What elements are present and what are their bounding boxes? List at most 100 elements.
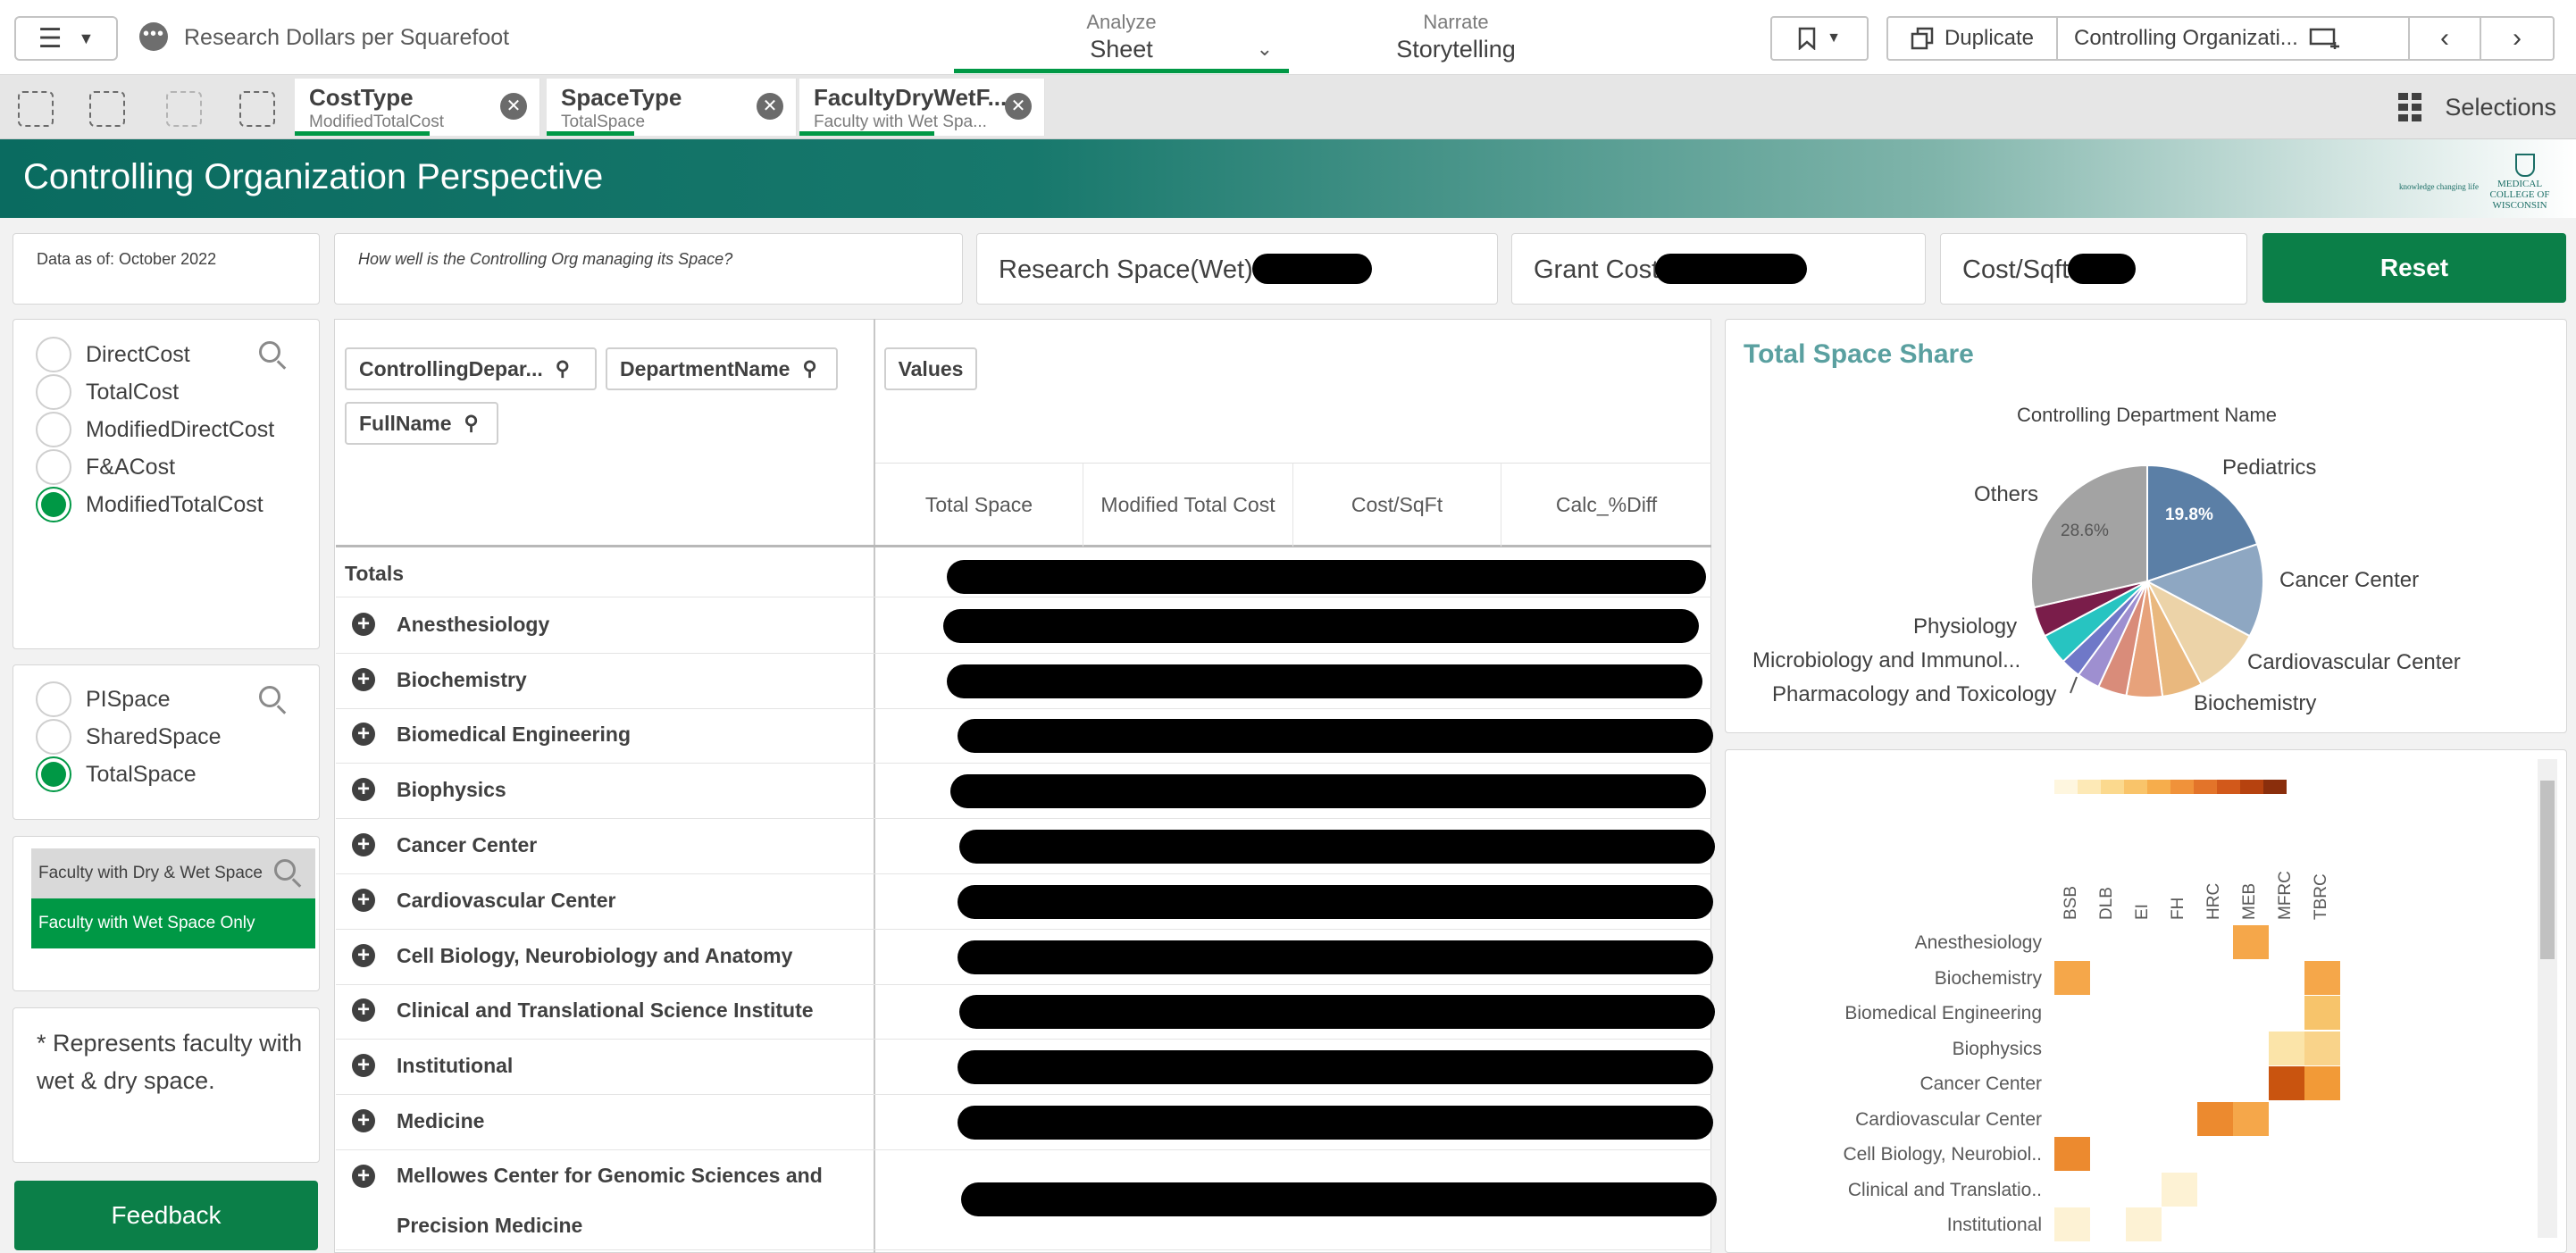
heatmap-cell[interactable] — [2304, 960, 2340, 995]
table-row[interactable]: + Anesthesiology — [336, 598, 1711, 654]
values-label: Values — [898, 356, 964, 380]
table-row[interactable]: + Cardiovascular Center — [336, 874, 1713, 930]
navigation-menu-button[interactable]: ☰ ▼ — [14, 16, 118, 61]
radio-button[interactable] — [36, 756, 71, 792]
radio-option[interactable]: TotalSpace — [36, 756, 197, 792]
column-header-modified-total-cost[interactable]: Modified Total Cost — [1083, 463, 1293, 547]
close-icon[interactable]: ✕ — [500, 93, 527, 120]
search-icon[interactable] — [274, 859, 296, 881]
expand-icon[interactable]: + — [352, 889, 375, 912]
search-icon[interactable] — [259, 341, 280, 363]
radio-option[interactable]: SharedSpace — [36, 719, 222, 755]
table-row[interactable]: + Biophysics — [336, 764, 1711, 819]
radio-button[interactable] — [36, 681, 71, 717]
heatmap-cell[interactable] — [2054, 960, 2090, 995]
expand-icon[interactable]: + — [352, 998, 375, 1022]
pie-pct-pediatrics: 19.8% — [2165, 505, 2213, 524]
expand-icon[interactable]: + — [352, 778, 375, 801]
close-icon[interactable]: ✕ — [1005, 93, 1032, 120]
next-sheet-button[interactable]: › — [2481, 18, 2553, 59]
selections-button[interactable]: Selections — [2398, 93, 2556, 121]
step-forward-icon[interactable] — [166, 91, 202, 127]
pie-label-pharmacology: Pharmacology and Toxicology — [1772, 682, 2057, 706]
radio-option[interactable]: ModifiedTotalCost — [36, 487, 263, 522]
radio-button[interactable] — [36, 487, 71, 522]
heatmap-cell[interactable] — [2269, 1066, 2304, 1100]
heatmap-cell[interactable] — [2233, 1101, 2269, 1136]
clear-all-icon[interactable] — [239, 91, 275, 127]
dimension-department-name[interactable]: DepartmentName ⚲ — [606, 347, 838, 390]
step-back-icon[interactable] — [89, 91, 125, 127]
previous-sheet-button[interactable]: ‹ — [2410, 18, 2481, 59]
radio-option[interactable]: DirectCost — [36, 337, 190, 372]
smart-search-icon[interactable] — [18, 91, 54, 127]
expand-icon[interactable]: + — [352, 944, 375, 967]
reset-button[interactable]: Reset — [2262, 233, 2566, 303]
table-row[interactable]: + Cell Biology, Neurobiology and Anatomy — [336, 930, 1713, 985]
radio-button[interactable] — [36, 337, 71, 372]
research-space-kpi[interactable]: Research Space(Wet) : — [976, 233, 1498, 305]
selection-chip-costtype[interactable]: CostType ModifiedTotalCost ✕ — [295, 79, 540, 136]
faculty-filter-selected[interactable]: Faculty with Wet Space Only — [31, 898, 315, 948]
radio-option[interactable]: ModifiedDirectCost — [36, 412, 274, 447]
app-title[interactable]: Research Dollars per Squarefoot — [184, 25, 509, 51]
scrollbar-thumb[interactable] — [2540, 781, 2555, 959]
redacted-value — [958, 1106, 1713, 1140]
expand-icon[interactable]: + — [352, 723, 375, 746]
heatmap-cell[interactable] — [2126, 1207, 2162, 1241]
table-row[interactable]: + Biochemistry — [336, 654, 1711, 709]
grant-cost-kpi[interactable]: Grant Cost — [1511, 233, 1926, 305]
selection-chip-faculty[interactable]: FacultyDryWetF... Faculty with Wet Spa..… — [799, 79, 1045, 136]
heatmap-cell[interactable] — [2269, 1031, 2304, 1065]
table-row[interactable]: + Medicine — [336, 1095, 1713, 1150]
heatmap-cell[interactable] — [2054, 1207, 2090, 1241]
dimension-full-name[interactable]: FullName ⚲ — [345, 402, 498, 445]
table-row[interactable]: + Mellowes Center for Genomic Sciences an… — [336, 1150, 1717, 1250]
radio-option[interactable]: PISpace — [36, 681, 171, 717]
expand-icon[interactable]: + — [352, 1165, 375, 1188]
expand-icon[interactable]: + — [352, 1109, 375, 1132]
row-label: Anesthesiology — [397, 613, 550, 636]
radio-option[interactable]: F&ACost — [36, 449, 175, 485]
column-header-cost-sqft[interactable]: Cost/SqFt — [1293, 463, 1501, 547]
table-row[interactable]: + Institutional — [336, 1040, 1713, 1095]
values-button[interactable]: Values — [884, 347, 977, 390]
heatmap-cell[interactable] — [2304, 996, 2340, 1030]
bookmark-button[interactable]: ▼ — [1770, 16, 1869, 61]
expand-icon[interactable]: + — [352, 833, 375, 856]
table-row[interactable]: + Biomedical Engineering — [336, 708, 1713, 764]
chevron-down-icon[interactable]: ⌄ — [1257, 38, 1273, 61]
expand-icon[interactable]: + — [352, 668, 375, 691]
duplicate-button[interactable]: Duplicate — [1888, 18, 2058, 59]
heatmap-cell[interactable] — [2233, 925, 2269, 959]
scrollbar[interactable] — [2538, 759, 2557, 1238]
selection-chip-spacetype[interactable]: SpaceType TotalSpace ✕ — [547, 79, 797, 136]
radio-button[interactable] — [36, 412, 71, 447]
heatmap-cell[interactable] — [2304, 1031, 2340, 1065]
cost-sqft-kpi[interactable]: Cost/Sqft — [1940, 233, 2247, 305]
expand-icon[interactable]: + — [352, 613, 375, 636]
heatmap-cell[interactable] — [2162, 1172, 2197, 1207]
radio-button[interactable] — [36, 374, 71, 410]
radio-option[interactable]: TotalCost — [36, 374, 179, 410]
feedback-button[interactable]: Feedback — [14, 1181, 318, 1250]
sheet-selector[interactable]: Controlling Organizati... — [2058, 18, 2410, 59]
legend-swatch — [2101, 780, 2124, 794]
heatmap-cell[interactable] — [2304, 1066, 2340, 1100]
redacted-value — [943, 609, 1699, 643]
column-header-calc-diff[interactable]: Calc_%Diff — [1501, 463, 1711, 547]
column-header-total-space[interactable]: Total Space — [875, 463, 1083, 547]
faculty-filter-header[interactable]: Faculty with Dry & Wet Space — [31, 848, 315, 898]
radio-button[interactable] — [36, 449, 71, 485]
tab-narrate-storytelling[interactable]: Narrate Storytelling — [1322, 11, 1590, 63]
table-row[interactable]: + Cancer Center — [336, 819, 1715, 874]
search-icon[interactable] — [259, 686, 280, 707]
radio-button[interactable] — [36, 719, 71, 755]
dimension-controlling-department[interactable]: ControllingDepar... ⚲ — [345, 347, 597, 390]
close-icon[interactable]: ✕ — [757, 93, 783, 120]
table-row[interactable]: + Clinical and Translational Science Inst… — [336, 984, 1715, 1040]
expand-icon[interactable]: + — [352, 1054, 375, 1077]
heatmap-cell[interactable] — [2197, 1101, 2233, 1136]
tab-analyze-sheet[interactable]: Analyze Sheet ⌄ — [954, 11, 1289, 73]
heatmap-cell[interactable] — [2054, 1137, 2090, 1171]
